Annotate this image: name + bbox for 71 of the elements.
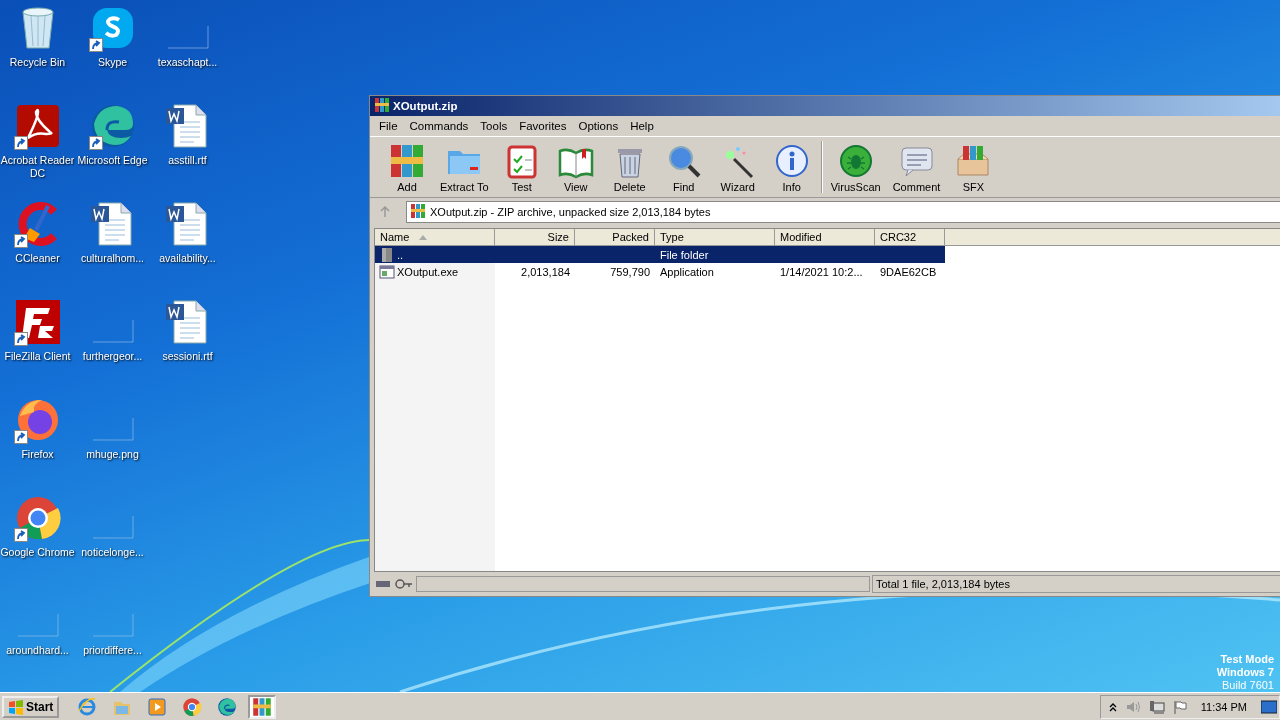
table-cell: 759,790 xyxy=(610,265,650,278)
icon-label[interactable]: Microsoft Edge xyxy=(75,154,150,167)
menu-item[interactable]: File xyxy=(373,120,404,132)
icon-label[interactable]: Firefox xyxy=(0,448,75,461)
path-field[interactable]: XOutput.zip - ZIP archive, unpacked size 2,013,184 bytes xyxy=(406,201,1280,223)
drive-key-icon xyxy=(374,578,414,590)
toolbar-button[interactable]: View xyxy=(548,143,603,197)
toolbar-button[interactable]: Delete xyxy=(602,143,657,197)
archive-icon xyxy=(252,697,273,717)
toolbar-button[interactable]: Wizard xyxy=(710,143,765,197)
start-button[interactable]: Start xyxy=(2,696,60,718)
icon-label[interactable]: Google Chrome xyxy=(0,546,75,559)
file-row[interactable]: XOutput.exe 2,013,184 759,790 Application 1/14/2021 10:2... 9DAE62CB xyxy=(375,263,945,280)
system-watermark-text: Windows 7 xyxy=(1216,666,1274,679)
toolbar-button[interactable]: VirusScan xyxy=(824,143,887,197)
menu-item[interactable]: Commands xyxy=(403,120,475,132)
table-cell: Application xyxy=(660,265,714,278)
table-cell: 1/14/2021 10:2... xyxy=(780,265,863,278)
toolbar-button[interactable]: Comment xyxy=(886,143,947,197)
play-icon xyxy=(147,697,168,717)
icon-label[interactable]: Recycle Bin xyxy=(0,56,75,69)
menu-item[interactable]: Options xyxy=(572,120,625,132)
icon-label[interactable]: CCleaner xyxy=(0,252,75,265)
table-cell: .. xyxy=(397,248,404,261)
table-cell: XOutput.exe xyxy=(397,265,459,278)
icon-label[interactable]: Skype xyxy=(75,56,150,69)
bug-icon xyxy=(837,143,874,179)
status-text: Total 1 file, 2,013,184 bytes xyxy=(872,575,1280,593)
icon-label[interactable]: availability... xyxy=(150,252,225,265)
box-icon xyxy=(955,143,992,179)
toolbar-button[interactable]: Add xyxy=(380,143,434,197)
icon-label[interactable]: asstill.rtf xyxy=(150,154,225,167)
system-watermark-text: Build 7601 xyxy=(1222,679,1274,692)
info-icon xyxy=(773,143,810,179)
toolbar-button[interactable]: Test xyxy=(494,143,549,197)
edge-icon xyxy=(217,697,238,717)
table-cell: File folder xyxy=(660,248,709,261)
chrome-icon xyxy=(182,697,203,717)
icon-label[interactable]: texaschapt... xyxy=(150,56,225,69)
window-title: XOutput.zip xyxy=(393,100,458,112)
file-row[interactable]: .. File folder xyxy=(375,246,945,263)
archive-icon xyxy=(410,203,426,219)
icon-label[interactable]: culturalhom... xyxy=(75,252,150,265)
table-cell: 9DAE62CB xyxy=(880,265,937,278)
icon-label[interactable]: sessioni.rtf xyxy=(150,350,225,363)
toolbar-button[interactable]: Find xyxy=(656,143,711,197)
sort-arrow-icon xyxy=(419,234,428,240)
icon-label[interactable]: mhuge.png xyxy=(75,448,150,461)
toolbar-button[interactable]: Info xyxy=(764,143,819,197)
filezilla-icon[interactable] xyxy=(13,298,62,346)
chevron-up-icon[interactable] xyxy=(1108,702,1117,712)
toolbar-button[interactable]: SFX xyxy=(946,143,1001,197)
icon-label[interactable]: FileZilla Client xyxy=(0,350,75,363)
clock[interactable]: 11:34 PM xyxy=(1200,701,1247,713)
books-icon xyxy=(389,143,425,179)
network-icon[interactable] xyxy=(1148,700,1165,714)
application-icon xyxy=(379,263,395,280)
icon-label[interactable]: furthergeor... xyxy=(75,350,150,363)
icon-label[interactable]: noticelonge... xyxy=(75,546,150,559)
taskbar-button[interactable] xyxy=(248,695,277,719)
archive-icon xyxy=(374,96,390,113)
table-cell: 2,013,184 xyxy=(521,265,570,278)
icon-label[interactable]: Acrobat Reader DC xyxy=(0,154,75,180)
menu-item[interactable]: Help xyxy=(624,120,660,132)
toolbar-button[interactable]: Extract To xyxy=(434,143,495,197)
ie-icon xyxy=(77,697,98,717)
windows-logo-icon xyxy=(8,699,24,715)
menu-item[interactable]: Favorites xyxy=(513,120,573,132)
system-watermark-text: Test Mode xyxy=(1220,653,1274,666)
flag-icon[interactable] xyxy=(1172,700,1187,714)
menu-item[interactable]: Tools xyxy=(474,120,514,132)
